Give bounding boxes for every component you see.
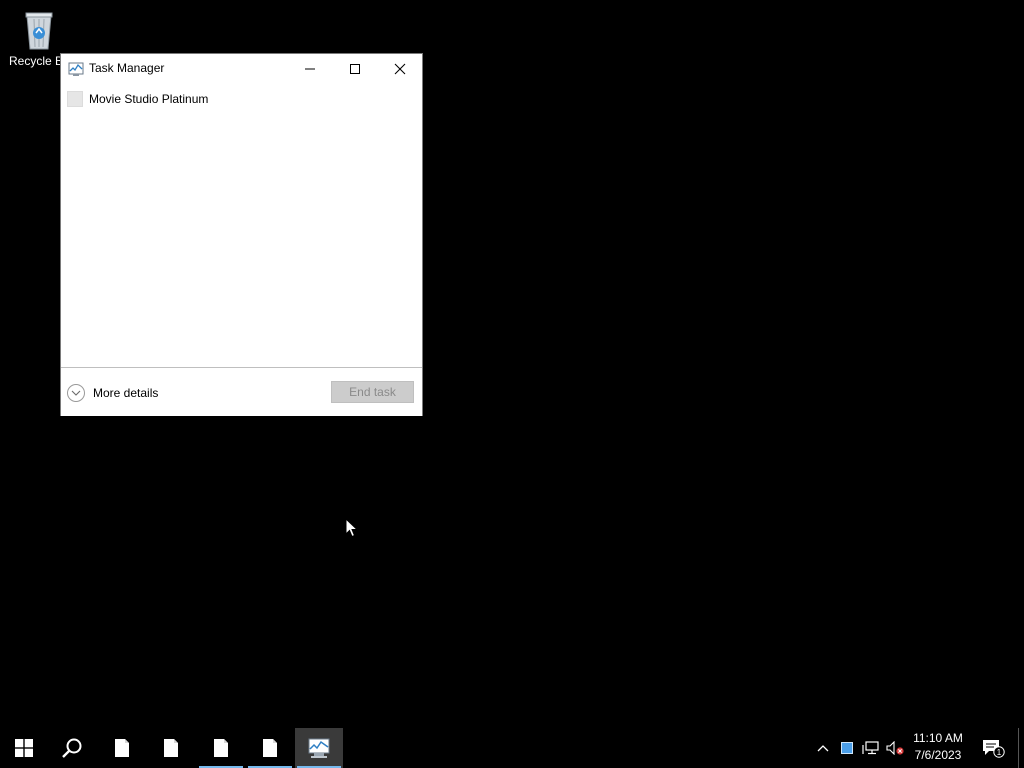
minimize-icon — [305, 68, 315, 69]
process-list: Movie Studio Platinum — [61, 84, 422, 366]
clock-time: 11:10 AM — [913, 731, 963, 745]
process-row[interactable]: Movie Studio Platinum — [61, 86, 422, 110]
process-name: Movie Studio Platinum — [89, 92, 209, 106]
notification-count: 1 — [997, 748, 1002, 757]
notification-icon: 1 — [983, 740, 1005, 758]
more-details-toggle[interactable]: More details — [67, 382, 158, 404]
document-icon — [115, 739, 129, 757]
start-button[interactable] — [0, 728, 48, 768]
task-manager-icon — [68, 61, 84, 77]
recycle-bin-label: Recycle B — [9, 54, 64, 68]
mouse-cursor-icon — [345, 517, 359, 538]
clock-date: 7/6/2023 — [914, 748, 962, 762]
close-button[interactable] — [377, 54, 423, 83]
action-center-button[interactable]: 1 — [980, 728, 1006, 768]
recycle-bin-icon — [17, 6, 61, 52]
document-icon — [263, 739, 277, 757]
chevron-up-icon — [817, 745, 829, 752]
close-icon — [394, 63, 406, 74]
blue-square-icon — [841, 742, 853, 754]
taskbar-app-document-3[interactable] — [197, 728, 245, 768]
search-icon — [62, 738, 82, 758]
app-icon — [67, 91, 83, 107]
task-manager-icon — [308, 738, 330, 758]
more-details-label: More details — [93, 386, 159, 400]
desktop: Recycle B Task Manager Movie Studio Plat… — [0, 0, 1024, 728]
maximize-icon — [350, 63, 360, 74]
window-title: Task Manager — [89, 61, 165, 75]
tray-app-button[interactable] — [838, 728, 856, 768]
taskbar: 11:10 AM 7/6/2023 1 — [0, 728, 1024, 768]
maximize-button[interactable] — [332, 54, 378, 83]
document-icon — [164, 739, 178, 757]
show-hidden-icons-button[interactable] — [812, 728, 834, 768]
taskbar-app-document-2[interactable] — [147, 728, 195, 768]
network-button[interactable] — [860, 728, 882, 768]
chevron-down-icon — [67, 384, 85, 402]
document-icon — [214, 739, 228, 757]
network-icon — [862, 741, 879, 755]
show-desktop-button[interactable] — [1018, 728, 1019, 768]
end-task-button[interactable]: End task — [331, 381, 414, 403]
search-button[interactable] — [48, 728, 96, 768]
volume-button[interactable] — [884, 728, 906, 768]
task-manager-window: Task Manager Movie Studio Platinum More … — [60, 53, 423, 416]
taskbar-app-document-1[interactable] — [98, 728, 146, 768]
volume-muted-icon — [886, 741, 904, 755]
windows-start-icon — [15, 739, 33, 757]
taskbar-app-task-manager[interactable] — [295, 728, 343, 768]
taskbar-app-document-4[interactable] — [246, 728, 294, 768]
title-bar[interactable]: Task Manager — [61, 54, 422, 84]
minimize-button[interactable] — [287, 54, 333, 83]
footer: More details End task — [61, 367, 422, 416]
clock[interactable]: 11:10 AM 7/6/2023 — [906, 730, 970, 766]
